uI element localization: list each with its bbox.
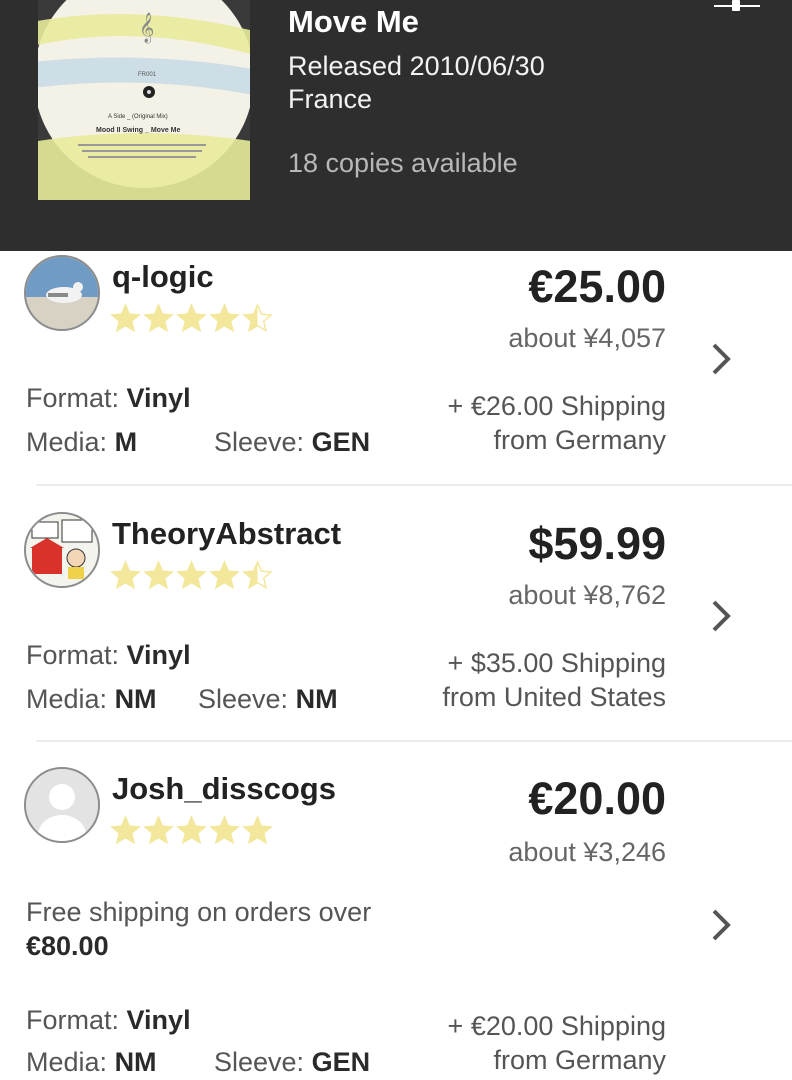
- shipping-cost: + €26.00 Shipping: [447, 391, 666, 421]
- format-value: Vinyl: [126, 640, 191, 670]
- format-line: Format: Vinyl: [26, 383, 426, 414]
- format-value: Vinyl: [126, 383, 191, 413]
- star-icon: [242, 815, 273, 845]
- format-label: Format:: [26, 1005, 120, 1035]
- listing-item[interactable]: Josh_disscogs €20.00 about ¥3,246 Free s…: [0, 765, 792, 1080]
- seller-name[interactable]: Josh_disscogs: [112, 771, 336, 807]
- sleeve-label: Sleeve:: [198, 684, 289, 714]
- release-header: 𝄞 FR001 A Side _ (Original Mix) Mood II …: [0, 0, 792, 251]
- sleeve-label: Sleeve:: [214, 427, 305, 457]
- condition-line: Media: NM Sleeve: NM: [26, 684, 426, 718]
- release-country: France: [288, 84, 373, 114]
- sleeve-value: GEN: [311, 1047, 371, 1077]
- slider-filter-icon[interactable]: [712, 0, 762, 18]
- seller-avatar: [24, 512, 100, 588]
- ships-from: from United States: [442, 682, 666, 712]
- chevron-right-icon[interactable]: [708, 905, 736, 945]
- media-label: Media:: [26, 1047, 108, 1077]
- star-icon: [209, 560, 240, 590]
- seller-name[interactable]: q-logic: [112, 259, 214, 295]
- seller-avatar: [24, 767, 100, 843]
- listing-price: €20.00: [528, 773, 666, 824]
- seller-avatar: [24, 255, 100, 331]
- release-date: Released 2010/06/30: [288, 51, 545, 81]
- star-icon: [176, 560, 207, 590]
- free-shipping-note: Free shipping on orders over €80.00: [26, 895, 371, 963]
- star-icon: [176, 815, 207, 845]
- media-label: Media:: [26, 427, 108, 457]
- star-icon: [110, 560, 141, 590]
- star-icon: [209, 815, 240, 845]
- listing-item[interactable]: TheoryAbstract $59.99 about ¥8,762 Forma…: [0, 508, 792, 740]
- star-icon: [110, 815, 141, 845]
- cover-artist-title: Mood II Swing _ Move Me: [96, 127, 181, 134]
- star-icon: [176, 303, 207, 333]
- condition-line: Media: M Sleeve: GEN: [26, 427, 426, 461]
- shipping-cost: + $35.00 Shipping: [447, 648, 666, 678]
- free-shipping-text: Free shipping on orders over: [26, 897, 372, 927]
- star-icon: [209, 303, 240, 333]
- shipping-cost: + €20.00 Shipping: [447, 1011, 666, 1041]
- star-icon: [110, 303, 141, 333]
- star-icon: [242, 560, 273, 590]
- svg-text:𝄞: 𝄞: [139, 12, 154, 44]
- copies-available: 18 copies available: [288, 148, 518, 178]
- converted-price: about ¥3,246: [508, 837, 666, 867]
- sleeve-label: Sleeve:: [214, 1047, 305, 1077]
- media-value: NM: [114, 684, 157, 714]
- media-label: Media:: [26, 684, 108, 714]
- converted-price: about ¥4,057: [508, 323, 666, 353]
- format-line: Format: Vinyl: [26, 640, 426, 671]
- seller-name[interactable]: TheoryAbstract: [112, 516, 341, 552]
- star-icon: [143, 560, 174, 590]
- divider: [36, 484, 792, 486]
- media-value: NM: [114, 1047, 157, 1077]
- format-line: Format: Vinyl: [26, 1005, 426, 1036]
- format-label: Format:: [26, 640, 120, 670]
- release-cover-image[interactable]: 𝄞 FR001 A Side _ (Original Mix) Mood II …: [38, 0, 250, 200]
- cover-side-text: A Side _ (Original Mix): [108, 114, 168, 120]
- divider: [36, 740, 792, 742]
- star-icon: [143, 815, 174, 845]
- seller-rating: [110, 560, 273, 591]
- chevron-right-icon[interactable]: [708, 339, 736, 379]
- format-label: Format:: [26, 383, 120, 413]
- seller-rating: [110, 303, 273, 334]
- sleeve-value: NM: [295, 684, 338, 714]
- sleeve-value: GEN: [311, 427, 371, 457]
- ships-from: from Germany: [493, 425, 666, 455]
- free-shipping-amount: €80.00: [26, 931, 109, 961]
- chevron-right-icon[interactable]: [708, 596, 736, 636]
- listing-price: €25.00: [528, 261, 666, 312]
- converted-price: about ¥8,762: [508, 580, 666, 610]
- listing-item[interactable]: q-logic €25.00 about ¥4,057 Format: Viny…: [0, 251, 792, 487]
- star-icon: [143, 303, 174, 333]
- format-value: Vinyl: [126, 1005, 191, 1035]
- listing-price: $59.99: [528, 518, 666, 569]
- star-icon: [242, 303, 273, 333]
- release-title: Move Me: [288, 4, 419, 39]
- ships-from: from Germany: [493, 1045, 666, 1075]
- condition-line: Media: NM Sleeve: GEN: [26, 1047, 426, 1080]
- cover-catalog: FR001: [138, 72, 157, 78]
- media-value: M: [114, 427, 138, 457]
- seller-rating: [110, 815, 273, 846]
